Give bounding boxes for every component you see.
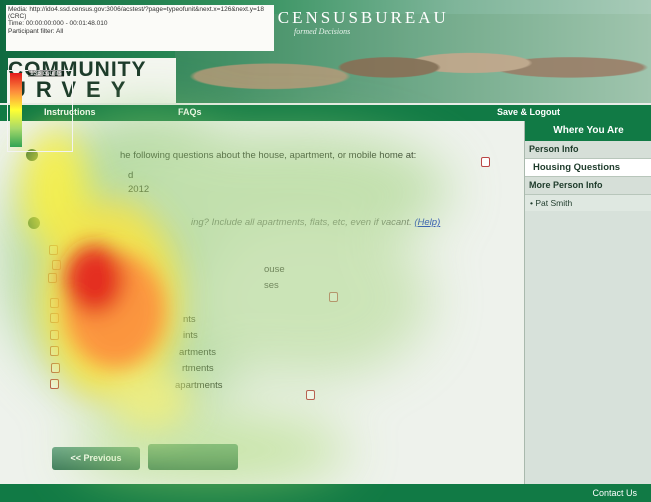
answer-radio[interactable] (50, 298, 59, 308)
option-label: ses (264, 280, 279, 291)
option-label: artments (179, 347, 216, 358)
question-number (28, 217, 40, 229)
next-button[interactable] (148, 444, 238, 470)
answer-radio[interactable] (50, 330, 59, 340)
meta-time: Time: 00:00:00:000 - 00:01:48.010 (8, 20, 108, 28)
option-label: rtments (182, 363, 214, 374)
nav-person-pat-smith[interactable]: • Pat Smith (525, 195, 651, 211)
nav-person-info[interactable]: Person Info (525, 141, 651, 159)
census-bureau-title: USCENSUSBUREAU (250, 8, 449, 27)
address-line-2: 2012 (128, 184, 150, 195)
nav-bar: Instructions FAQs Save & Logout (0, 105, 651, 121)
answer-radio[interactable] (52, 260, 61, 270)
heatmap-counts-label: 136 counts (28, 70, 64, 77)
answer-radio[interactable] (48, 273, 57, 283)
save-logout-link[interactable]: Save & Logout (497, 107, 560, 117)
previous-button[interactable]: << Previous (52, 447, 140, 470)
footer-bar: Contact Us (0, 484, 651, 502)
help-link[interactable]: (Help) (414, 217, 440, 228)
answer-radio[interactable] (49, 245, 58, 255)
answer-radio[interactable] (51, 363, 60, 373)
panel-title: Where You Are (525, 121, 651, 141)
intro-text: he following questions about the house, … (120, 150, 417, 161)
nav-housing-questions[interactable]: Housing Questions (525, 159, 651, 177)
question-text: ing? Include all apartments, flats, etc,… (191, 217, 440, 228)
address-radio[interactable] (481, 157, 490, 167)
answer-radio[interactable] (50, 346, 59, 356)
main-content: he following questions about the house, … (0, 121, 524, 484)
recording-metadata: Media: http://ido4.ssd.census.gov:3006/a… (6, 5, 274, 51)
heatmap-legend-scale (10, 73, 22, 147)
option-label: apartments (175, 380, 223, 391)
option-label: ints (183, 330, 198, 341)
meta-media: Media: http://ido4.ssd.census.gov:3006/a… (8, 6, 265, 21)
answer-radio[interactable] (329, 292, 338, 302)
option-label: nts (183, 314, 196, 325)
answer-radio[interactable] (50, 313, 59, 323)
answer-radio[interactable] (50, 379, 59, 389)
option-label: ouse (264, 264, 285, 275)
answer-radio[interactable] (306, 390, 315, 400)
where-you-are-panel: Where You Are Person Info Housing Questi… (524, 121, 651, 484)
nav-more-person-info[interactable]: More Person Info (525, 177, 651, 195)
header-tagline: formed Decisions (294, 27, 351, 36)
meta-filter: Participant filter: All (8, 27, 64, 35)
contact-us-link[interactable]: Contact Us (592, 488, 637, 498)
question-body: ing? Include all apartments, flats, etc,… (191, 217, 412, 228)
address-line-1: d (128, 170, 134, 181)
faqs-link[interactable]: FAQs (178, 107, 202, 117)
